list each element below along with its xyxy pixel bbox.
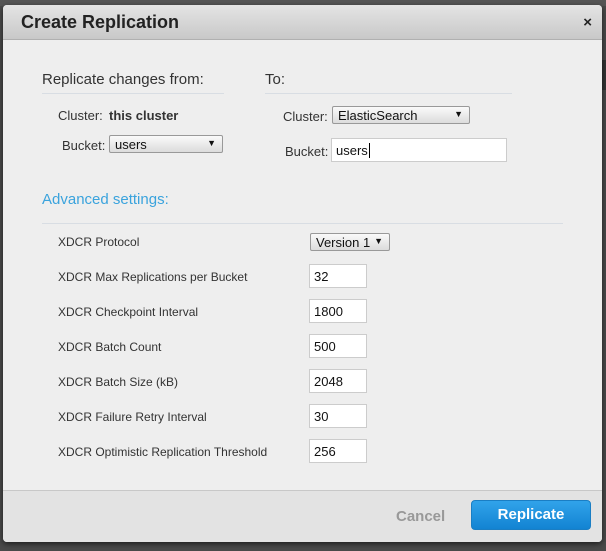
source-cluster-label: Cluster: xyxy=(58,108,103,123)
replicate-button[interactable]: Replicate xyxy=(471,500,591,530)
failure-retry-interval-input[interactable]: 30 xyxy=(309,404,367,428)
source-bucket-label: Bucket: xyxy=(62,138,106,153)
setting-label: XDCR Checkpoint Interval xyxy=(58,305,199,319)
target-bucket-value: users xyxy=(336,143,368,158)
chevron-down-icon: ▼ xyxy=(454,109,463,119)
source-bucket-selected: users xyxy=(115,137,147,152)
background-page-edge xyxy=(602,60,606,90)
setting-label: XDCR Batch Size (kB) xyxy=(58,375,179,389)
batch-count-input[interactable]: 500 xyxy=(309,334,367,358)
text-cursor xyxy=(368,143,370,158)
target-bucket-label: Bucket: xyxy=(285,144,329,159)
dialog-footer: Cancel Replicate xyxy=(3,490,602,542)
max-replications-input[interactable]: 32 xyxy=(309,264,367,288)
setting-label: XDCR Batch Count xyxy=(58,340,162,354)
xdcr-protocol-label: XDCR Protocol xyxy=(58,235,140,249)
optimistic-threshold-input[interactable]: 256 xyxy=(309,439,367,463)
create-replication-dialog: Create Replication × Replicate changes f… xyxy=(3,5,602,542)
advanced-settings-heading[interactable]: Advanced settings: xyxy=(42,191,169,208)
cancel-button[interactable]: Cancel xyxy=(396,508,445,525)
source-divider xyxy=(42,93,224,94)
checkpoint-interval-input[interactable]: 1800 xyxy=(309,299,367,323)
dialog-title: Create Replication xyxy=(21,12,180,32)
chevron-down-icon: ▼ xyxy=(207,138,216,148)
dialog-header: Create Replication × xyxy=(3,5,602,40)
xdcr-protocol-selected: Version 1 xyxy=(316,235,371,250)
setting-label: XDCR Max Replications per Bucket xyxy=(58,270,248,284)
source-cluster-value: this cluster xyxy=(109,108,179,123)
target-divider xyxy=(265,93,512,94)
target-cluster-selected: ElasticSearch xyxy=(338,108,418,123)
setting-label: XDCR Failure Retry Interval xyxy=(58,410,207,424)
advanced-divider xyxy=(42,223,563,224)
target-cluster-select[interactable]: ElasticSearch ▼ xyxy=(332,106,470,124)
source-bucket-select[interactable]: users ▼ xyxy=(109,135,223,153)
target-heading: To: xyxy=(265,71,286,88)
source-heading: Replicate changes from: xyxy=(42,71,204,88)
close-icon[interactable]: × xyxy=(583,14,592,31)
chevron-down-icon: ▼ xyxy=(374,236,383,246)
target-cluster-label: Cluster: xyxy=(283,109,328,124)
target-bucket-input[interactable]: users xyxy=(331,138,507,162)
setting-label: XDCR Optimistic Replication Threshold xyxy=(58,445,268,459)
batch-size-input[interactable]: 2048 xyxy=(309,369,367,393)
xdcr-protocol-select[interactable]: Version 1 ▼ xyxy=(310,233,390,251)
